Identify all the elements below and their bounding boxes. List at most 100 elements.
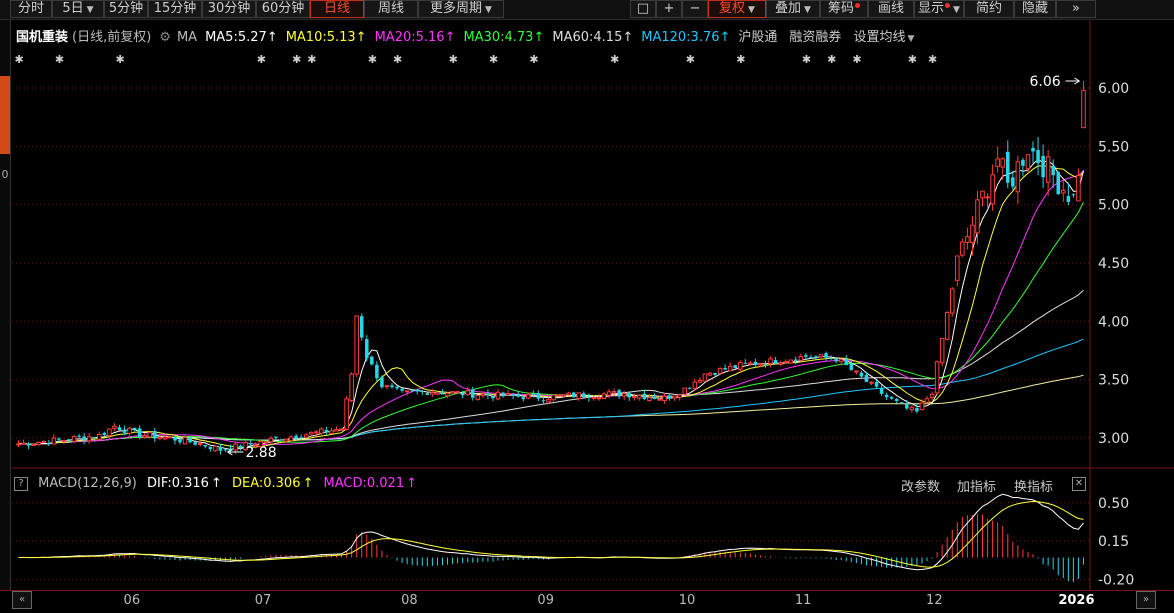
candle-body bbox=[960, 241, 965, 256]
event-star-icon: ✱ bbox=[15, 53, 24, 66]
scroll-right-icon[interactable]: » bbox=[1136, 591, 1156, 609]
candle-body bbox=[319, 428, 324, 434]
candle-body bbox=[486, 393, 490, 396]
candle-body bbox=[71, 436, 77, 442]
candle-body bbox=[157, 436, 163, 440]
scroll-left-icon[interactable]: « bbox=[12, 591, 32, 609]
dif-value: DIF:0.316 bbox=[147, 476, 209, 491]
candle-body bbox=[440, 393, 445, 395]
candle-body bbox=[879, 388, 884, 394]
candle-body bbox=[112, 425, 117, 430]
help-icon[interactable]: ? bbox=[14, 476, 28, 491]
macd-value: MACD:0.021 bbox=[323, 476, 405, 491]
candle-body bbox=[894, 399, 899, 401]
candle-body bbox=[713, 372, 717, 375]
candle-body bbox=[924, 398, 930, 403]
candle-body bbox=[955, 255, 960, 281]
candle-body bbox=[692, 381, 698, 389]
event-star-icon: ✱ bbox=[529, 53, 538, 66]
change-params-button[interactable]: 改参数 bbox=[901, 476, 940, 495]
dif-line bbox=[18, 493, 1084, 571]
candle-body bbox=[197, 443, 203, 446]
candle-body bbox=[859, 372, 864, 377]
candle-body bbox=[915, 407, 919, 412]
candle-body bbox=[329, 430, 334, 435]
candle-body bbox=[299, 437, 303, 439]
candle-body bbox=[662, 395, 667, 402]
candle-body bbox=[526, 394, 531, 399]
candle-body bbox=[57, 438, 61, 440]
candle-body bbox=[611, 391, 617, 394]
candle-body bbox=[541, 400, 546, 402]
candle-body bbox=[475, 395, 481, 400]
candle-body bbox=[1066, 196, 1071, 202]
candle-body bbox=[516, 393, 520, 397]
candle-body bbox=[213, 445, 218, 452]
candle-body bbox=[1081, 89, 1086, 129]
candle-body bbox=[688, 387, 692, 389]
candle-body bbox=[677, 394, 682, 398]
event-star-icon: ✱ bbox=[489, 53, 498, 66]
candle-body bbox=[384, 385, 390, 388]
candle-body bbox=[733, 365, 737, 368]
x-tick-label: 06 bbox=[123, 593, 141, 608]
close-icon[interactable]: ✕ bbox=[1072, 477, 1086, 491]
chart-canvas[interactable]: 6.00 5.50 5.00 4.50 4.00 3.50 3.00 ✱ ✱ ✱ ✱ ✱ ✱ ✱ ✱ ✱ ✱ ✱ ✱… bbox=[0, 0, 1174, 612]
candle-body bbox=[1025, 154, 1031, 170]
candle-body bbox=[107, 428, 112, 437]
event-star-icon: ✱ bbox=[736, 53, 745, 66]
candle-body bbox=[283, 438, 289, 442]
add-indicator-button[interactable]: 加指标 bbox=[957, 476, 996, 495]
candle-body bbox=[308, 431, 314, 435]
x-tick-label: 09 bbox=[537, 593, 554, 608]
candle-body bbox=[995, 158, 1000, 167]
candle-body bbox=[546, 398, 551, 403]
candle-body bbox=[349, 373, 354, 402]
candle-body bbox=[182, 437, 188, 445]
event-star-icon: ✱ bbox=[827, 53, 836, 66]
candle-body bbox=[919, 402, 925, 411]
candle-body bbox=[122, 429, 127, 433]
candle-body bbox=[137, 428, 142, 438]
x-axis: 06 07 08 09 10 11 12 2026 bbox=[0, 590, 1174, 613]
candle-body bbox=[142, 434, 147, 438]
candle-body bbox=[263, 441, 269, 444]
candle-body bbox=[773, 360, 778, 364]
candle-body bbox=[788, 359, 794, 364]
candle-body bbox=[97, 433, 102, 440]
candle-body bbox=[632, 395, 637, 398]
candle-body bbox=[794, 359, 798, 362]
candle-body bbox=[501, 392, 505, 397]
candle-body bbox=[435, 392, 440, 395]
candle-body bbox=[1056, 172, 1061, 195]
candle-body bbox=[642, 393, 647, 400]
event-star-icon: ✱ bbox=[307, 53, 316, 66]
candle-body bbox=[370, 356, 374, 365]
price-tick-label: 3.50 bbox=[1098, 373, 1129, 389]
candle-body bbox=[849, 363, 854, 371]
candle-body bbox=[410, 390, 414, 392]
candle-body bbox=[218, 446, 223, 451]
candle-body bbox=[682, 387, 688, 395]
candle-body bbox=[587, 396, 591, 398]
candle-body bbox=[667, 395, 672, 399]
candle-body bbox=[1036, 150, 1040, 164]
candle-body bbox=[834, 359, 838, 362]
candle-body bbox=[854, 370, 859, 373]
ma60-line bbox=[18, 289, 1084, 445]
macd-arrow-icon: ↑ bbox=[406, 476, 418, 491]
switch-indicator-button[interactable]: 换指标 bbox=[1014, 476, 1053, 495]
candle-body bbox=[939, 337, 945, 364]
candle-body bbox=[869, 381, 874, 384]
candle-body bbox=[344, 398, 349, 430]
candle-body bbox=[637, 394, 642, 399]
candle-body bbox=[147, 431, 153, 438]
candle-body bbox=[92, 437, 96, 439]
dea-arrow-icon: ↑ bbox=[302, 476, 314, 491]
candle-body bbox=[117, 427, 122, 431]
candle-body bbox=[1015, 161, 1021, 193]
candle-body bbox=[748, 362, 753, 365]
candle-body bbox=[294, 435, 298, 439]
ma120-line bbox=[18, 338, 1084, 445]
candle-body bbox=[16, 443, 21, 446]
